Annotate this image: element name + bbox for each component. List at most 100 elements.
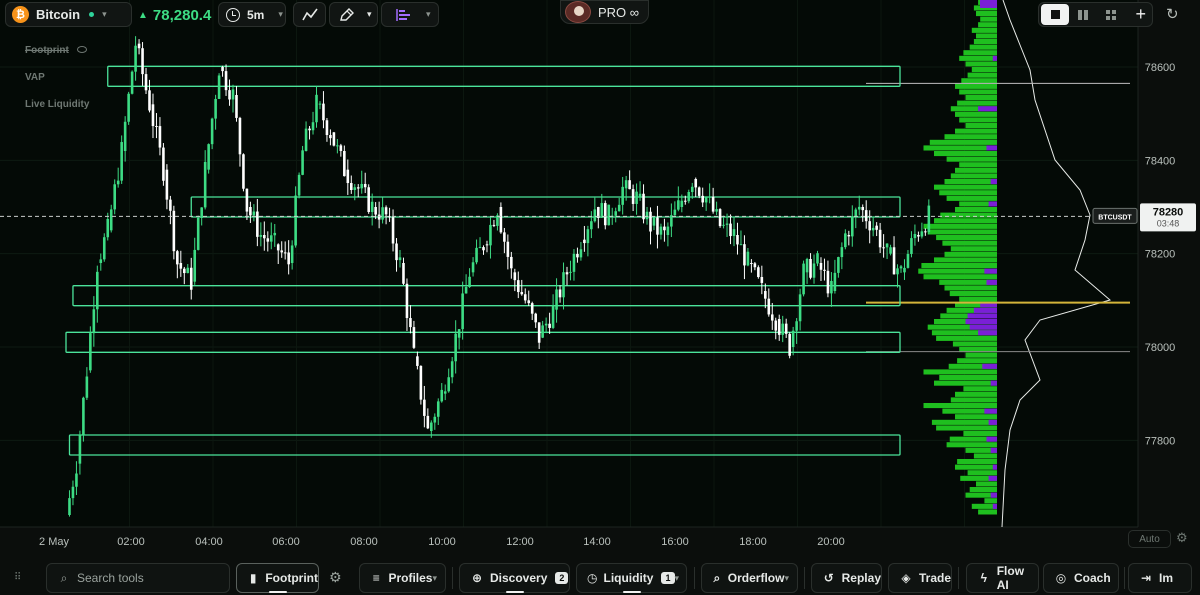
refresh-icon[interactable]: ↻ bbox=[1166, 5, 1179, 23]
active-indicator bbox=[268, 591, 287, 593]
vp-buy-bar bbox=[927, 229, 997, 235]
candle-body bbox=[127, 93, 130, 122]
candle-body bbox=[475, 247, 478, 263]
import-button[interactable]: ⇥ Im bbox=[1128, 563, 1192, 593]
candle-body bbox=[207, 144, 210, 170]
candle-body bbox=[273, 232, 277, 236]
clock-icon: ◷ bbox=[587, 571, 598, 585]
vp-buy-bar bbox=[944, 134, 997, 140]
candle-body bbox=[729, 223, 732, 237]
search-tools-input[interactable]: ⌕ Search tools bbox=[46, 563, 230, 593]
candle-body bbox=[238, 117, 242, 155]
candle-body bbox=[266, 238, 270, 242]
vp-buy-bar bbox=[955, 414, 997, 420]
candle-body bbox=[736, 235, 739, 245]
candle-body bbox=[242, 154, 245, 189]
price-chart[interactable]: 2 May 02:00 04:00 06:00 08:00 10:00 12:00 14:00… bbox=[0, 0, 1200, 558]
candle-body bbox=[781, 323, 785, 335]
vp-buy-bar bbox=[955, 167, 997, 173]
chart-area[interactable]: 2 May 02:00 04:00 06:00 08:00 10:00 12:00 14:00… bbox=[0, 0, 1200, 558]
chart-settings-icon[interactable]: ⚙ bbox=[1176, 530, 1188, 546]
vp-buy-bar bbox=[931, 419, 997, 425]
candle-body bbox=[381, 207, 384, 220]
vp-buy-bar bbox=[949, 291, 997, 297]
auto-scale-button[interactable]: Auto bbox=[1128, 530, 1171, 548]
candle-body bbox=[656, 217, 659, 235]
candle-body bbox=[430, 422, 433, 431]
footprint-settings-icon[interactable]: ⚙ bbox=[329, 569, 342, 586]
pro-account-badge[interactable]: PRO ∞ bbox=[560, 0, 649, 24]
candle-body bbox=[711, 196, 715, 212]
candle-body bbox=[823, 269, 826, 271]
x-tick-label: 2 May bbox=[39, 536, 69, 548]
vp-sell-bar bbox=[992, 503, 997, 509]
vp-sell-bar bbox=[992, 464, 997, 470]
candle-body bbox=[489, 224, 492, 246]
candle-body bbox=[398, 257, 402, 261]
add-chart-button[interactable]: + bbox=[1135, 4, 1146, 25]
candle-body bbox=[203, 161, 207, 208]
candle-body bbox=[492, 224, 496, 226]
legend-live-liquidity[interactable]: Live Liquidity bbox=[25, 99, 89, 110]
timeframe-selector[interactable]: 5m ▾ bbox=[218, 2, 286, 27]
candle-body bbox=[715, 209, 718, 212]
candle-body bbox=[704, 197, 708, 203]
single-layout-button[interactable] bbox=[1041, 4, 1069, 25]
footprint-label: Footprint bbox=[265, 571, 318, 585]
candle-body bbox=[857, 206, 861, 210]
candle-body bbox=[680, 200, 684, 207]
candle-body bbox=[186, 267, 190, 274]
candle-body bbox=[516, 280, 520, 293]
candle-body bbox=[193, 249, 197, 282]
candle-body bbox=[85, 376, 89, 398]
vp-buy-bar bbox=[955, 128, 997, 134]
four-pane-layout-button[interactable] bbox=[1097, 4, 1125, 25]
drawing-tools-button[interactable]: ▾ bbox=[329, 2, 378, 27]
legend-footprint[interactable]: Footprint bbox=[25, 45, 87, 56]
candle-body bbox=[607, 204, 611, 226]
candle-body bbox=[263, 235, 266, 239]
candle-body bbox=[690, 186, 694, 193]
vp-sell-bar bbox=[990, 492, 997, 498]
candle-body bbox=[590, 221, 593, 230]
legend-vap[interactable]: VAP bbox=[25, 72, 45, 83]
candle-body bbox=[109, 209, 113, 231]
chart-style-button[interactable] bbox=[293, 2, 326, 27]
two-pane-layout-button[interactable] bbox=[1069, 4, 1097, 25]
active-indicator bbox=[622, 591, 641, 593]
liquidity-label: Liquidity bbox=[603, 571, 654, 585]
footprint-button[interactable]: ▮ Footprint bbox=[236, 563, 319, 593]
trade-label: Trade bbox=[918, 571, 951, 585]
profiles-button[interactable]: ≡ Profiles ▾ bbox=[359, 563, 446, 593]
discovery-button[interactable]: ⊕ Discovery 2 bbox=[459, 563, 570, 593]
discovery-label: Discovery bbox=[490, 571, 548, 585]
candle-body bbox=[621, 186, 624, 205]
candle-body bbox=[440, 389, 444, 402]
vp-buy-bar bbox=[959, 55, 997, 61]
coach-label: Coach bbox=[1074, 571, 1111, 585]
btc-coin-icon: ₿ bbox=[12, 6, 29, 23]
divider bbox=[694, 567, 695, 589]
candle-body bbox=[478, 247, 482, 249]
last-price: ▲ 78,280.4 bbox=[138, 4, 211, 26]
orderflow-button[interactable]: ⌕ Orderflow ▾ bbox=[701, 563, 798, 593]
vp-buy-bar bbox=[946, 156, 997, 162]
eye-off-icon[interactable] bbox=[76, 46, 87, 53]
candle-body bbox=[151, 104, 155, 127]
candle-body bbox=[287, 252, 290, 265]
candle-body bbox=[106, 219, 110, 238]
candle-body bbox=[374, 207, 377, 215]
drag-handle-icon[interactable]: ⠿ bbox=[14, 572, 21, 583]
replay-button[interactable]: ↺ Replay bbox=[811, 563, 882, 593]
discovery-count-badge: 2 bbox=[555, 572, 569, 584]
liquidity-button[interactable]: ◷ Liquidity 1 ▾ bbox=[576, 563, 687, 593]
chevron-down-icon: ▾ bbox=[426, 9, 431, 19]
flow-ai-button[interactable]: ϟ Flow AI bbox=[966, 563, 1039, 593]
candle-body bbox=[308, 128, 311, 131]
indicators-button[interactable]: ▾ bbox=[381, 2, 439, 27]
x-tick-label: 16:00 bbox=[661, 536, 689, 548]
symbol-selector[interactable]: ₿ Bitcoin ▾ bbox=[5, 2, 132, 27]
trade-button[interactable]: ◈ Trade bbox=[888, 563, 952, 593]
candle-body bbox=[96, 271, 99, 310]
coach-button[interactable]: ◎ Coach bbox=[1043, 563, 1119, 593]
